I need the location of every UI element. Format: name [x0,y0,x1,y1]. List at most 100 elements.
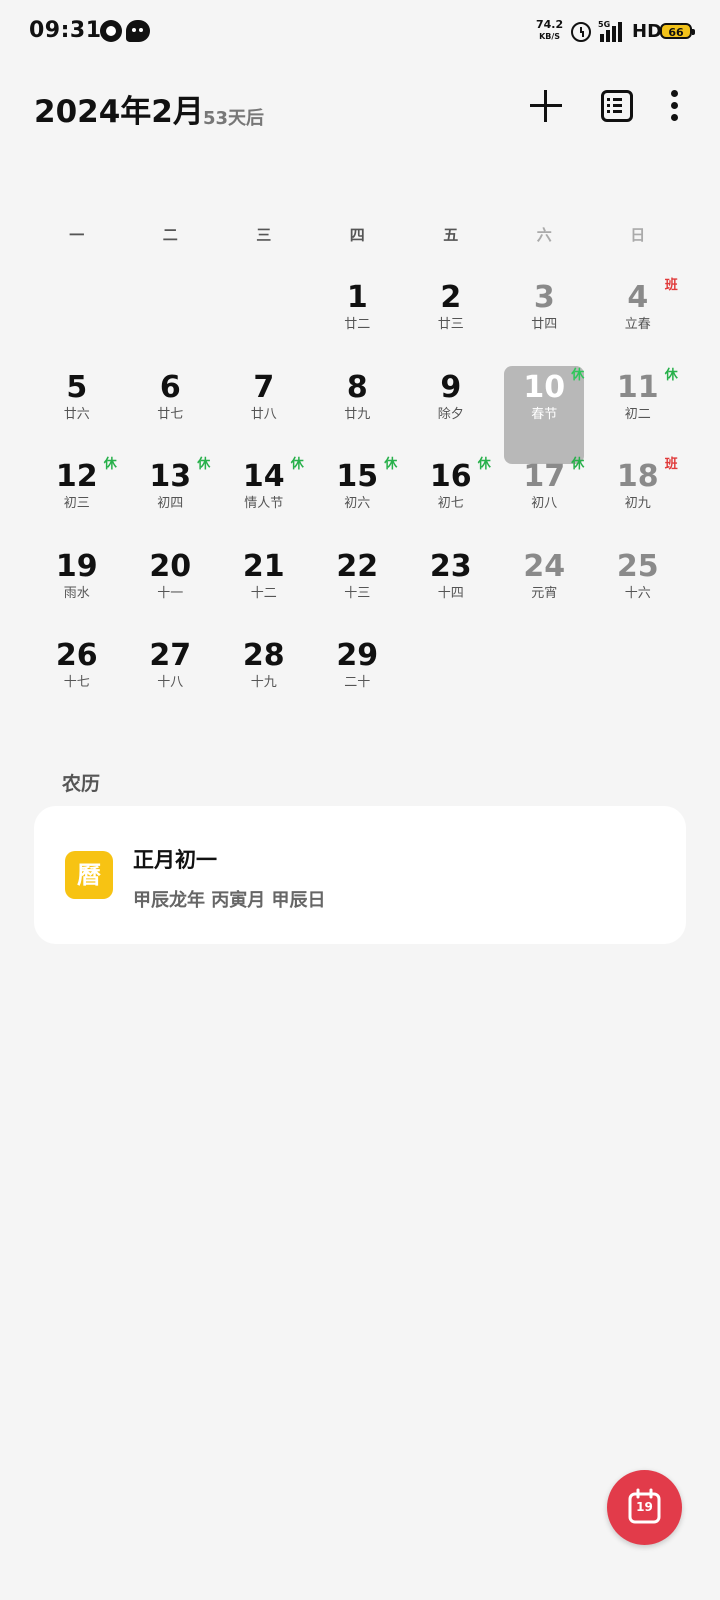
day-cell-23[interactable]: 23 十四 [411,545,491,643]
lunar-day-label: 十六 [624,585,651,601]
lunar-day-label: 廿四 [531,317,558,332]
lunar-card[interactable]: 曆 正月初一 甲辰龙年 丙寅月 甲辰日 [34,806,686,944]
day-cell-29[interactable]: 29 二十 [317,634,397,732]
more-options-button[interactable] [662,86,686,126]
lunar-day-label: 情人节 [244,496,284,511]
agenda-list-button[interactable] [597,86,637,126]
holiday-badge: 休 [103,457,117,472]
day-cell-16[interactable]: 16 初七休 [411,455,491,553]
day-number: 19 [55,548,98,584]
day-cell-18[interactable]: 18 初九班 [598,455,678,553]
day-cell-14[interactable]: 14 情人节休 [224,455,304,553]
weekday-fri: 五 [443,226,459,244]
day-number: 21 [242,548,285,584]
holiday-badge: 休 [384,457,398,472]
network-speed: 74.2 KB/S [536,18,564,42]
lunar-day-label: 雨水 [63,585,90,601]
lunar-day-label: 廿二 [344,317,371,332]
day-cell-10[interactable]: 10 春节休 [504,365,585,464]
day-cell-13[interactable]: 13 初四休 [130,455,210,553]
lunar-day-label: 初二 [624,406,651,422]
day-cell-3[interactable]: 3 廿四 [504,276,584,374]
today-button[interactable]: 19 [607,1470,682,1545]
lunar-day-label: 初九 [624,496,651,511]
weekday-wed: 三 [256,226,272,244]
weekday-tue: 二 [162,226,178,244]
add-event-button[interactable] [526,86,566,126]
lunar-day-label: 立春 [624,317,651,332]
lunar-day-label: 十二 [250,585,277,601]
lunar-section-title: 农历 [62,773,101,795]
days-from-today: 53天后 [203,108,265,129]
lunar-day-label: 十一 [157,585,184,601]
day-number: 6 [159,369,181,405]
day-number: 24 [523,548,566,584]
almanac-icon: 曆 [65,851,113,899]
lunar-date: 正月初一 [133,848,217,872]
lunar-day-label: 十八 [157,675,184,690]
lunar-day-label: 春节 [531,406,558,422]
day-cell-1[interactable]: 1 廿二 [317,276,397,374]
day-cell-26[interactable]: 26 十七 [37,634,117,732]
notification-app-icon [100,20,122,42]
day-cell-19[interactable]: 19 雨水 [37,545,117,643]
day-number: 20 [149,548,192,584]
holiday-badge: 休 [571,457,585,472]
month-title[interactable]: 2024年2月 [34,86,204,131]
day-number: 28 [242,638,285,673]
lunar-day-label: 初八 [531,496,558,511]
day-cell-20[interactable]: 20 十一 [130,545,210,643]
weekday-mon: 一 [69,226,85,244]
lunar-day-label: 廿三 [437,317,464,332]
day-number: 3 [533,280,555,315]
day-cell-21[interactable]: 21 十二 [224,545,304,643]
day-number: 26 [55,638,98,673]
day-number: 23 [429,548,472,584]
day-cell-17[interactable]: 17 初八休 [504,455,584,553]
holiday-badge: 休 [197,457,211,472]
day-number: 5 [66,369,88,405]
lunar-day-label: 十四 [437,585,464,601]
day-cell-2[interactable]: 2 廿三 [411,276,491,374]
holiday-badge: 休 [290,457,304,472]
lunar-day-label: 初六 [344,496,371,511]
day-cell-4[interactable]: 4 立春班 [598,276,678,374]
day-cell-12[interactable]: 12 初三休 [37,455,117,553]
weekday-header: 一 二 三 四 五 六 日 [30,224,685,245]
battery-icon: 66 [660,23,695,39]
lunar-day-label: 初四 [157,496,184,511]
day-cell-25[interactable]: 25 十六 [598,545,678,643]
day-number: 8 [346,369,368,405]
day-number: 2 [440,280,462,315]
day-number: 22 [336,548,379,584]
status-bar: 09:31 74.2 KB/S 5G HD 66 [0,0,720,64]
holiday-badge: 休 [571,367,585,383]
weekday-sun: 日 [630,226,646,244]
day-cell-27[interactable]: 27 十八 [130,634,210,732]
day-cell-7[interactable]: 7 廿八 [224,366,304,464]
day-cell-15[interactable]: 15 初六休 [317,455,397,553]
day-number: 7 [253,369,275,405]
message-notification-icon [126,20,150,42]
lunar-day-label: 除夕 [437,406,464,422]
day-cell-24[interactable]: 24 元宵 [504,545,584,643]
lunar-day-label: 廿九 [344,406,371,422]
day-cell-28[interactable]: 28 十九 [224,634,304,732]
day-number: 25 [616,548,659,584]
lunar-day-label: 初三 [63,496,90,511]
day-cell-6[interactable]: 6 廿七 [130,366,210,464]
hd-indicator: HD [632,21,663,42]
holiday-badge: 休 [664,367,678,383]
lunar-day-label: 初七 [437,496,464,511]
day-cell-9[interactable]: 9 除夕 [411,366,491,464]
lunar-day-label: 十九 [250,675,277,690]
day-cell-5[interactable]: 5 廿六 [37,366,117,464]
network-speed-value: 74.2 [536,18,564,31]
day-number: 9 [440,369,462,405]
day-cell-11[interactable]: 11 初二休 [598,366,678,464]
lunar-day-label: 十七 [63,675,90,690]
weekday-sat: 六 [536,226,552,244]
day-cell-22[interactable]: 22 十三 [317,545,397,643]
lunar-day-label: 十三 [344,585,371,601]
day-cell-8[interactable]: 8 廿九 [317,366,397,464]
